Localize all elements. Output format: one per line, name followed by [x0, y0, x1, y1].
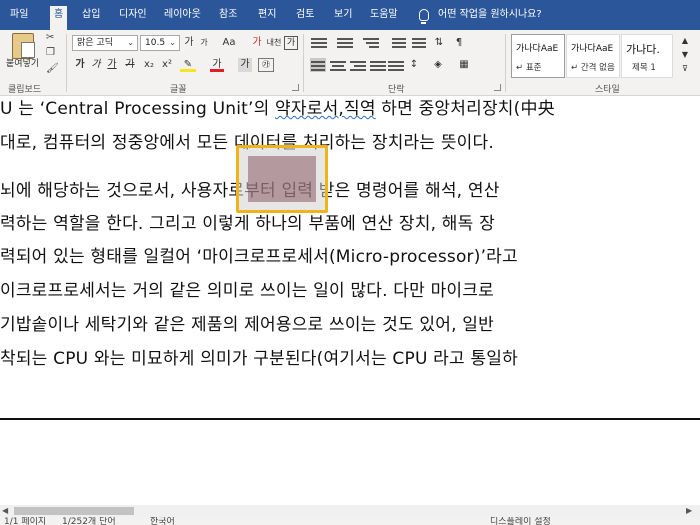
styles-scroll-down-icon[interactable]: ▼	[678, 48, 692, 62]
shading-icon[interactable]: ◈	[430, 58, 446, 72]
ribbon: 붙여넣기 ✂ ❐ 🖌 클립보드 맑은 고딕 ⌄ 10.5 ⌄ 가 가 Aa 가 내천…	[0, 30, 700, 96]
lightbulb-icon	[419, 9, 429, 24]
align-right-icon[interactable]	[350, 59, 366, 71]
format-painter-icon[interactable]: 🖌	[46, 64, 59, 74]
justify-icon[interactable]	[370, 59, 386, 71]
tab-references[interactable]: 참조	[215, 7, 241, 25]
scroll-thumb[interactable]	[14, 507, 134, 515]
divider	[303, 34, 304, 92]
cursor-highlight	[236, 145, 328, 213]
font-group-label: 글꼴	[170, 85, 187, 95]
copy-icon[interactable]: ❐	[46, 48, 58, 58]
doc-line: U 는 ‘Central Processing Unit’의 약자로서,직역 하…	[0, 96, 555, 119]
page-count[interactable]: 1/1 페이지	[4, 517, 46, 525]
document-page[interactable]: U 는 ‘Central Processing Unit’의 약자로서,직역 하…	[0, 96, 700, 402]
language-indicator[interactable]: 한국어	[150, 517, 175, 525]
style-sample: 가나다.	[626, 43, 660, 56]
shrink-font-button[interactable]: 가	[198, 36, 210, 50]
font-size-value: 10.5	[145, 38, 166, 48]
enclose-characters-icon[interactable]: ㉮	[258, 58, 274, 72]
tell-me-search[interactable]: 어떤 작업을 원하시나요?	[434, 7, 546, 25]
font-dialog-launcher-icon[interactable]	[292, 84, 299, 91]
font-name-select[interactable]: 맑은 고딕 ⌄	[72, 35, 138, 51]
multilevel-list-icon[interactable]	[363, 36, 379, 48]
align-left-icon[interactable]	[310, 58, 326, 72]
tab-home[interactable]: 홈	[50, 6, 68, 30]
borders-icon[interactable]: ▦	[456, 58, 472, 72]
menu-tab-bar: 파일 홈 삽입 디자인 레이아웃 참조 편지 검토 보기 도움말 어떤 작업을 …	[0, 0, 700, 30]
word-count[interactable]: 1/252개 단어	[62, 517, 116, 525]
decrease-indent-icon[interactable]	[392, 36, 406, 48]
paste-icon[interactable]	[12, 33, 35, 59]
bullets-icon[interactable]	[311, 36, 327, 48]
doc-text: U 는 ‘Central Processing Unit’의	[0, 99, 276, 119]
display-settings[interactable]: 디스플레이 설정	[490, 517, 551, 525]
change-case-button[interactable]: Aa	[220, 36, 238, 50]
align-center-icon[interactable]	[330, 59, 346, 71]
font-name-value: 맑은 고딕	[77, 38, 113, 48]
style-sample: 가나다AaE	[571, 44, 614, 54]
tab-layout[interactable]: 레이아웃	[160, 7, 205, 25]
doc-text-spellcheck: 약자로서,직역	[275, 99, 376, 119]
strikethrough-button[interactable]: 가	[124, 58, 136, 72]
tab-insert[interactable]: 삽입	[78, 7, 104, 25]
divider	[66, 34, 67, 92]
style-normal[interactable]: 가나다AaE ↵ 표준	[511, 34, 565, 78]
scroll-right-icon[interactable]: ▶	[686, 506, 696, 516]
tab-help[interactable]: 도움말	[366, 7, 402, 25]
tab-file[interactable]: 파일	[6, 7, 32, 25]
styles-group-label: 스타일	[595, 85, 620, 95]
doc-line: 착되는 CPU 와는 미묘하게 의미가 구분된다(여기서는 CPU 라고 통일하	[0, 349, 518, 369]
tab-view[interactable]: 보기	[330, 7, 356, 25]
bold-button[interactable]: 가	[74, 58, 86, 72]
paragraph-dialog-launcher-icon[interactable]	[494, 84, 501, 91]
style-sample: 가나다AaE	[516, 44, 559, 54]
selection-overlay	[248, 156, 316, 202]
clear-formatting-button[interactable]: 가	[250, 36, 264, 50]
numbering-icon[interactable]	[337, 36, 353, 48]
character-shading-button[interactable]: 가	[238, 58, 252, 72]
doc-line: 력되어 있는 형태를 일컬어 ‘마이크로프로세서(Micro-processor…	[0, 247, 518, 267]
style-no-spacing[interactable]: 가나다AaE ↵ 간격 없음	[566, 34, 620, 78]
paragraph-group-label: 단락	[388, 85, 405, 95]
show-marks-icon[interactable]: ¶	[452, 36, 466, 50]
increase-indent-icon[interactable]	[412, 36, 426, 48]
underline-button[interactable]: 가	[106, 58, 118, 72]
font-size-select[interactable]: 10.5 ⌄	[140, 35, 180, 51]
sort-icon[interactable]: ⇅	[432, 36, 446, 50]
phonetic-guide-button[interactable]: 내천	[266, 36, 282, 50]
clipboard-group-label: 클립보드	[8, 85, 42, 95]
styles-scroll-up-icon[interactable]: ▲	[678, 34, 692, 48]
line-spacing-icon[interactable]: ↕	[406, 58, 422, 72]
subscript-button[interactable]: x₂	[142, 58, 156, 72]
status-bar: 1/1 페이지 1/252개 단어 한국어 디스플레이 설정	[0, 517, 700, 525]
horizontal-scrollbar[interactable]: ◀ ▶	[0, 505, 700, 517]
scroll-left-icon[interactable]: ◀	[2, 506, 12, 516]
style-name: ↵ 간격 없음	[571, 63, 615, 73]
superscript-button[interactable]: x²	[160, 58, 174, 72]
styles-more-icon[interactable]: ⊽	[678, 62, 692, 76]
style-name: 제목 1	[632, 63, 656, 73]
character-border-button[interactable]: 가	[284, 36, 298, 50]
cut-icon[interactable]: ✂	[46, 33, 58, 43]
grow-font-button[interactable]: 가	[183, 36, 195, 50]
tab-mailings[interactable]: 편지	[254, 7, 280, 25]
italic-button[interactable]: 가	[90, 58, 102, 72]
distributed-icon[interactable]	[388, 59, 404, 71]
paste-button-label[interactable]: 붙여넣기	[6, 58, 39, 70]
highlight-color-icon[interactable]: ✎	[180, 58, 196, 72]
doc-line: 이크로프로세서는 거의 같은 의미로 쓰이는 일이 많다. 다만 마이크로	[0, 281, 494, 301]
chevron-down-icon: ⌄	[169, 38, 176, 47]
doc-text: 하면 중앙처리장치(中央	[375, 99, 555, 119]
doc-line: 기밥솥이나 세탁기와 같은 제품의 제어용으로 쓰이는 것도 있어, 일반	[0, 315, 494, 335]
page-gap	[0, 420, 700, 508]
chevron-down-icon: ⌄	[127, 38, 134, 47]
font-color-button[interactable]: 가	[210, 58, 224, 72]
style-name: ↵ 표준	[516, 63, 542, 73]
style-heading-1[interactable]: 가나다. 제목 1	[621, 34, 673, 78]
divider	[505, 34, 506, 92]
tab-review[interactable]: 검토	[292, 7, 318, 25]
tab-design[interactable]: 디자인	[115, 7, 151, 25]
